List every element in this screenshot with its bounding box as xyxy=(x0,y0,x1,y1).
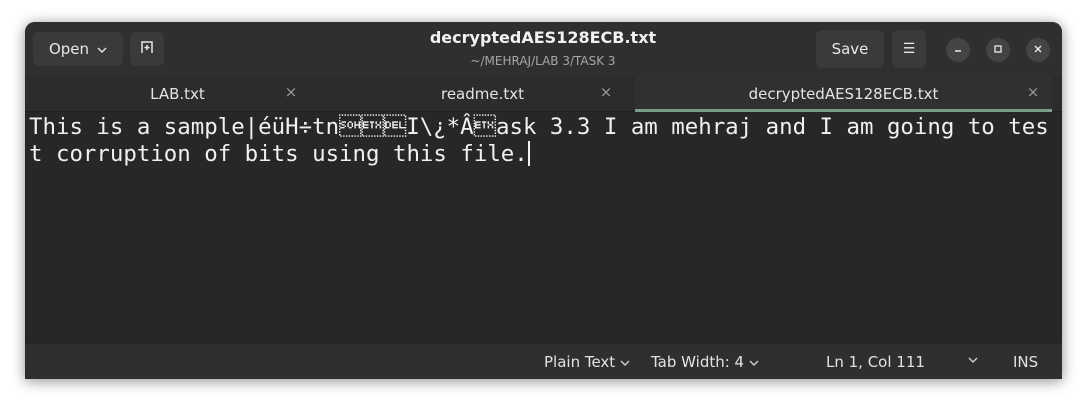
tab-bar: LAB.txt × readme.txt × decryptedAES128EC… xyxy=(25,76,1062,112)
tab-lab-txt[interactable]: LAB.txt × xyxy=(25,76,330,112)
editor-text: This is a sample|éüH÷tnI\¿*Âask 3.3 … xyxy=(29,114,1049,167)
tab-readme-txt[interactable]: readme.txt × xyxy=(330,76,635,112)
tab-width-selector[interactable]: Tab Width: 4 xyxy=(651,353,759,371)
open-button-label: Open xyxy=(48,40,90,58)
position-menu-button[interactable] xyxy=(968,353,978,366)
syntax-label: Plain Text xyxy=(544,353,616,371)
syntax-selector[interactable]: Plain Text xyxy=(544,353,630,371)
insert-mode-label: INS xyxy=(1013,353,1039,371)
menu-icon: ☰ xyxy=(902,41,916,57)
open-button[interactable]: Open xyxy=(33,32,123,66)
close-window-button[interactable] xyxy=(1026,38,1050,62)
chevron-down-icon xyxy=(968,353,978,366)
cursor-position-label: Ln 1, Col 111 xyxy=(826,353,925,371)
maximize-icon xyxy=(993,44,1003,57)
text-caret xyxy=(527,141,530,166)
save-button[interactable]: Save xyxy=(816,30,884,68)
insert-mode-indicator[interactable]: INS xyxy=(1013,353,1038,371)
close-icon xyxy=(1033,44,1043,57)
window-title: decryptedAES128ECB.txt xyxy=(429,28,657,47)
chevron-down-icon xyxy=(620,356,630,369)
chevron-down-icon xyxy=(97,43,107,56)
status-bar: Plain Text Tab Width: 4 Ln 1, Col 111 IN… xyxy=(25,343,1062,379)
hamburger-menu-button[interactable]: ☰ xyxy=(892,30,926,68)
chevron-down-icon xyxy=(749,356,759,369)
tab-width-label: Tab Width: 4 xyxy=(651,353,745,371)
tab-decryptedaes128ecb-txt[interactable]: decryptedAES128ECB.txt × xyxy=(635,76,1052,112)
new-tab-icon xyxy=(139,39,155,59)
file-path: ~/MEHRAJ/LAB 3/TASK 3 xyxy=(470,54,616,68)
tab-label: decryptedAES128ECB.txt xyxy=(748,85,939,103)
title-block: decryptedAES128ECB.txt ~/MEHRAJ/LAB 3/TA… xyxy=(325,28,761,69)
editor-window: Open decryptedAES128ECB.txt ~/MEHRAJ/LAB… xyxy=(25,22,1062,379)
maximize-button[interactable] xyxy=(986,38,1010,62)
tab-close-icon[interactable]: × xyxy=(596,83,616,101)
tab-close-icon[interactable]: × xyxy=(1023,83,1043,101)
minimize-icon xyxy=(953,44,963,57)
new-tab-button[interactable] xyxy=(130,32,164,66)
minimize-button[interactable] xyxy=(946,38,970,62)
tab-close-icon[interactable]: × xyxy=(281,83,301,101)
tab-label: readme.txt xyxy=(440,85,525,103)
header-bar: Open decryptedAES128ECB.txt ~/MEHRAJ/LAB… xyxy=(25,22,1062,76)
text-editor-area[interactable]: This is a sample|éüH÷tnI\¿*Âask 3.3 … xyxy=(25,112,1062,343)
cursor-position[interactable]: Ln 1, Col 111 xyxy=(826,353,925,371)
